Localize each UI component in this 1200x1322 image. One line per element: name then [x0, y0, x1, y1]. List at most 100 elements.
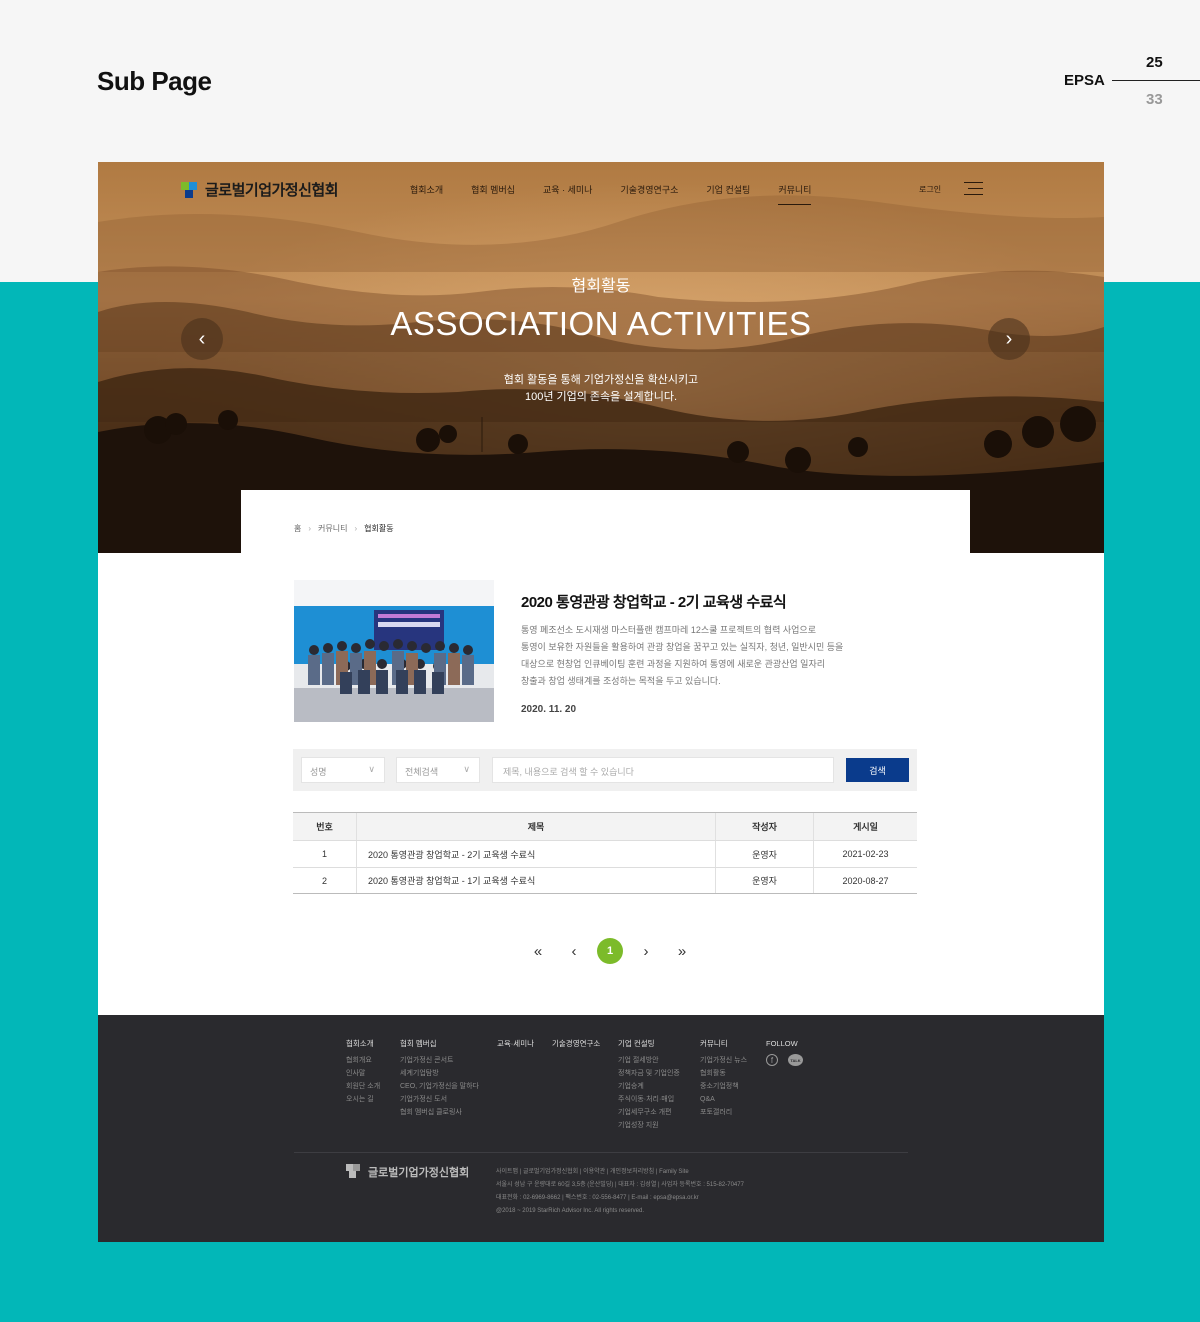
- footer-link[interactable]: 협회활동: [700, 1067, 747, 1080]
- footer-link[interactable]: 기업 절세방안: [618, 1054, 680, 1067]
- hero-prev-button[interactable]: ‹: [181, 318, 223, 360]
- row-title-link[interactable]: 2020 통영관광 창업학교 - 2기 교육생 수료식: [357, 841, 716, 867]
- first-page-button[interactable]: «: [520, 938, 556, 964]
- double-chevron-right-icon: »: [677, 942, 687, 960]
- footer-heading[interactable]: 협회 멤버십: [400, 1037, 479, 1050]
- chevron-right-icon: ›: [643, 942, 649, 960]
- footer-link[interactable]: 협회개요: [346, 1054, 380, 1067]
- footer-link[interactable]: Q&A: [700, 1093, 747, 1106]
- breadcrumb-home[interactable]: 홈: [294, 523, 301, 534]
- board-header-row: 번호 제목 작성자 게시일: [293, 813, 917, 840]
- footer-link[interactable]: 정책자금 및 기업인증: [618, 1067, 680, 1080]
- footer-link[interactable]: 기업가정신 콘서트: [400, 1054, 479, 1067]
- footer-link[interactable]: 인사말: [346, 1067, 380, 1080]
- footer-info-line: 대표전화 : 02-6969-8662 | 팩스번호 : 02-556-8477…: [496, 1195, 699, 1201]
- site-logo[interactable]: 글로벌기업가정신협회: [181, 179, 339, 200]
- board-table: 번호 제목 작성자 게시일 1 2020 통영관광 창업학교 - 2기 교육생 …: [293, 812, 917, 894]
- search-scope-select[interactable]: 전체검색 ∨: [396, 757, 480, 783]
- last-page-button[interactable]: »: [664, 938, 700, 964]
- search-button[interactable]: 검색: [846, 758, 909, 782]
- footer-column-consulting: 기업 컨설팅 기업 절세방안 정책자금 및 기업인증 기업승계 주식이동·처리·…: [618, 1037, 680, 1132]
- footer-link[interactable]: 세계기업탐방: [400, 1067, 479, 1080]
- footer-link[interactable]: 기업가정신 뉴스: [700, 1054, 747, 1067]
- nav-item-research[interactable]: 기술경영연구소: [620, 183, 678, 196]
- featured-post[interactable]: 2020 통영관광 창업학교 - 2기 교육생 수료식 통영 폐조선소 도시재생…: [294, 580, 918, 722]
- breadcrumb-current: 협회활동: [364, 524, 394, 533]
- table-row[interactable]: 1 2020 통영관광 창업학교 - 2기 교육생 수료식 운영자 2021-0…: [293, 840, 917, 867]
- featured-post-excerpt: 통영 폐조선소 도시재생 마스터플랜 캠프마레 12스쿨 프로젝트의 협력 사업…: [521, 622, 881, 690]
- hero-next-button[interactable]: ›: [988, 318, 1030, 360]
- chevron-right-icon: ›: [1005, 327, 1013, 350]
- page-number-current[interactable]: 1: [597, 938, 623, 964]
- featured-post-photo[interactable]: [294, 580, 494, 722]
- footer-company-info: 사이트맵 | 글로벌기업가정신협회 | 이용약관 | 개인정보처리방침 | Fa…: [496, 1166, 744, 1218]
- footer-link[interactable]: 회원단 소개: [346, 1080, 380, 1093]
- logo-mark-icon: [181, 181, 199, 198]
- row-number: 1: [293, 841, 357, 867]
- nav-item-about[interactable]: 협회소개: [410, 183, 443, 196]
- excerpt-line: 대상으로 현창업 인큐베이팅 훈련 과정을 지원하여 통영에 새로운 관광산업 …: [521, 659, 826, 669]
- footer-link[interactable]: 기업세무구소 개편: [618, 1106, 680, 1119]
- column-header-title: 제목: [357, 813, 716, 840]
- footer-link[interactable]: 기업승계: [618, 1080, 680, 1093]
- facebook-icon[interactable]: f: [766, 1054, 778, 1066]
- footer-link[interactable]: 주식이동·처리·매입: [618, 1093, 680, 1106]
- table-row[interactable]: 2 2020 통영관광 창업학교 - 1기 교육생 수료식 운영자 2020-0…: [293, 867, 917, 894]
- footer-heading[interactable]: 협회소개: [346, 1037, 380, 1050]
- footer-link[interactable]: 포토갤러리: [700, 1106, 747, 1119]
- column-header-number: 번호: [293, 813, 357, 840]
- excerpt-line: 통영이 보유한 자원들을 활용하여 관광 창업을 꿈꾸고 있는 실직자, 청년,…: [521, 642, 844, 652]
- page-total-number: 33: [1146, 91, 1163, 108]
- breadcrumb: 홈 › 커뮤니티 › 협회활동: [294, 523, 394, 534]
- footer-heading[interactable]: 기업 컨설팅: [618, 1037, 680, 1050]
- row-writer: 운영자: [716, 868, 814, 893]
- follow-icons: f TALK: [766, 1054, 803, 1066]
- login-link[interactable]: 로그인: [919, 184, 941, 195]
- footer-link[interactable]: 오시는 길: [346, 1093, 380, 1106]
- footer-heading[interactable]: 교육·세미나: [497, 1037, 534, 1050]
- footer-info-line: 사이트맵 | 글로벌기업가정신협회 | 이용약관 | 개인정보처리방침 | Fa…: [496, 1169, 689, 1175]
- footer-link[interactable]: CEO, 기업가정신을 말하다: [400, 1080, 479, 1093]
- footer-heading[interactable]: 기술경영연구소: [552, 1037, 600, 1050]
- chevron-right-icon: ›: [308, 524, 312, 533]
- logo-text: 글로벌기업가정신협회: [205, 182, 339, 199]
- hero-subtitle: 협회활동: [571, 278, 631, 295]
- kakaotalk-icon[interactable]: TALK: [788, 1054, 803, 1066]
- breadcrumb-community[interactable]: 커뮤니티: [318, 523, 347, 534]
- hero-desc-line: 100년 기업의 존속을 설계합니다.: [524, 391, 678, 403]
- hero-title: ASSOCIATION ACTIVITIES: [390, 305, 812, 342]
- footer-link[interactable]: 중소기업정책: [700, 1080, 747, 1093]
- search-input[interactable]: 제목, 내용으로 검색 할 수 있습니다: [492, 757, 834, 783]
- column-header-date: 게시일: [853, 822, 878, 832]
- chevron-right-icon: ›: [354, 524, 358, 533]
- nav-item-education[interactable]: 교육 · 세미나: [543, 183, 592, 196]
- nav-item-community[interactable]: 커뮤니티: [778, 183, 812, 205]
- footer-info-line: 서울시 성남 구 운량대로 60길 3,5층 (운산빌딩) | 대표자 : 김성…: [496, 1182, 744, 1188]
- hamburger-icon[interactable]: [964, 182, 983, 196]
- search-filter-select-name[interactable]: 성명 ∨: [301, 757, 385, 783]
- hero-desc-line: 협회 활동을 통해 기업가정신을 확산시키고: [503, 374, 699, 386]
- footer-link[interactable]: 기업성장 지원: [618, 1119, 680, 1132]
- nav-item-consulting[interactable]: 기업 컨설팅: [706, 183, 750, 196]
- page-current-number: 25: [1146, 54, 1163, 71]
- footer-logo[interactable]: 글로벌기업가정신협회: [346, 1164, 469, 1180]
- presentation-title: Sub Page: [97, 66, 212, 96]
- nav-item-membership[interactable]: 협회 멤버십: [471, 183, 515, 196]
- select-value: 전체검색: [405, 767, 439, 777]
- chevron-left-icon: ‹: [571, 942, 577, 960]
- footer-info-line: @2018 ~ 2019 StarRich Advisor Inc. All r…: [496, 1208, 644, 1214]
- chevron-left-icon: ‹: [198, 327, 206, 350]
- footer-link[interactable]: 협회 멤버십 클로링사: [400, 1106, 479, 1119]
- double-chevron-left-icon: «: [533, 942, 543, 960]
- main-nav: 협회소개 협회 멤버십 교육 · 세미나 기술경영연구소 기업 컨설팅 커뮤니티: [410, 183, 839, 205]
- next-page-button[interactable]: ›: [628, 938, 664, 964]
- featured-post-title[interactable]: 2020 통영관광 창업학교 - 2기 교육생 수료식: [521, 591, 787, 612]
- row-title-link[interactable]: 2020 통영관광 창업학교 - 1기 교육생 수료식: [357, 868, 716, 893]
- footer-column-membership: 협회 멤버십 기업가정신 콘서트 세계기업탐방 CEO, 기업가정신을 말하다 …: [400, 1037, 479, 1119]
- prev-page-button[interactable]: ‹: [556, 938, 592, 964]
- group-photo-image: [294, 580, 494, 722]
- select-value: 성명: [310, 767, 327, 777]
- footer-link[interactable]: 기업가정신 도서: [400, 1093, 479, 1106]
- footer-heading[interactable]: 커뮤니티: [700, 1037, 747, 1050]
- footer-divider: [294, 1152, 908, 1153]
